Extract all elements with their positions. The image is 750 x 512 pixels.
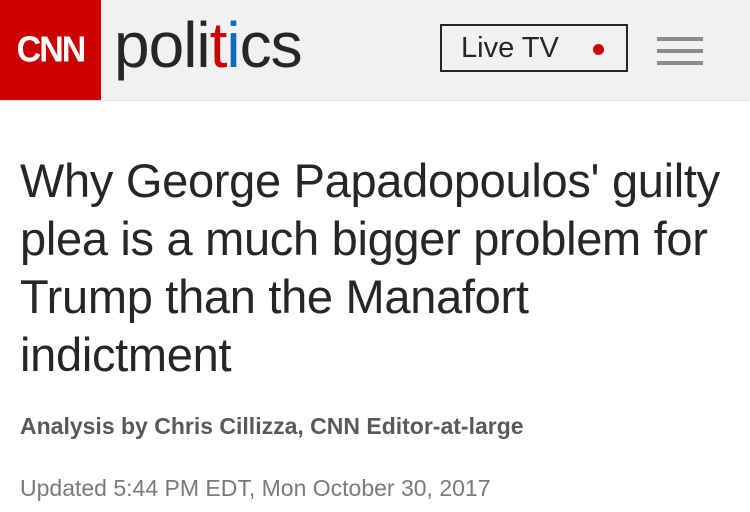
article-byline: Analysis by Chris Cillizza, CNN Editor-a… (20, 413, 524, 439)
article-timestamp: Updated 5:44 PM EDT, Mon October 30, 201… (20, 475, 491, 501)
section-title-politics[interactable]: politics (114, 4, 303, 86)
live-tv-button[interactable]: Live TV (440, 24, 628, 72)
hamburger-menu-icon[interactable] (657, 37, 703, 65)
menu-bar (657, 61, 703, 65)
menu-bar (657, 49, 703, 53)
cnn-logo[interactable]: CNN (0, 0, 101, 100)
live-indicator-dot-icon (593, 44, 604, 55)
section-title-part: cs (239, 9, 303, 81)
top-header: CNN politics Live TV (0, 0, 750, 101)
section-title-part: poli (114, 9, 211, 81)
section-title-part: t (209, 9, 228, 81)
cnn-logo-text: CNN (16, 29, 87, 70)
article-headline: Why George Papadopoulos' guilty plea is … (20, 154, 720, 381)
menu-bar (657, 37, 703, 41)
section-title-part: i (226, 9, 240, 81)
live-tv-label: Live TV (461, 31, 559, 64)
